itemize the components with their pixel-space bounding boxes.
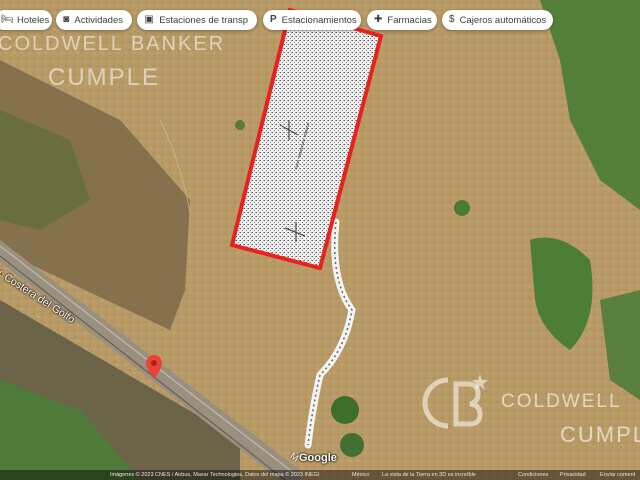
filter-label: Actividades: [74, 14, 123, 26]
pharmacy-icon: ✚: [374, 14, 383, 25]
coldwell-banker-logo: [422, 374, 488, 429]
parking-icon: P: [270, 14, 277, 25]
watermark-top-line1: COLDWELL BANKER: [0, 33, 226, 55]
watermark-bottom-line2: CUMPLE: [560, 422, 640, 447]
earth-3d-note[interactable]: La vista de la Tierra en 3D es increíble: [382, 470, 476, 480]
terms-link[interactable]: Condiciones: [518, 470, 548, 480]
filter-label: Estaciones de transp: [159, 14, 248, 26]
filter-pharmacy-chip[interactable]: ✚ Farmacias: [367, 10, 437, 30]
filter-parking-chip[interactable]: P Estacionamientos: [263, 10, 361, 30]
location-pin-icon[interactable]: [146, 355, 162, 379]
filter-label: Farmacias: [387, 14, 432, 26]
google-logo: Google: [299, 452, 337, 464]
region-label: México: [352, 472, 370, 478]
transit-icon: ▣: [144, 14, 154, 25]
filter-hotels-chip[interactable]: 🛏 Hoteles: [0, 10, 52, 30]
watermark-top-line2: CUMPLE: [48, 64, 161, 91]
watermark-bottom-line1: COLDWELL: [501, 391, 622, 412]
hotel-icon: 🛏: [1, 14, 14, 25]
filter-transit-chip[interactable]: ▣ Estaciones de transp: [137, 10, 257, 30]
feedback-link[interactable]: Enviar coment: [600, 470, 635, 480]
filter-label: Hoteles: [17, 14, 50, 26]
camera-icon: ◙: [63, 14, 70, 25]
filter-activities-chip[interactable]: ◙ Actividades: [56, 10, 132, 30]
atm-icon: $: [449, 14, 455, 25]
privacy-link[interactable]: Privacidad: [560, 470, 586, 480]
filter-label: Estacionamientos: [281, 14, 357, 26]
filter-atm-chip[interactable]: $ Cajeros automáticos: [442, 10, 553, 30]
filter-label: Cajeros automáticos: [459, 14, 547, 26]
imagery-credit: Imágenes © 2023 CNES / Airbus, Maxar Tec…: [110, 472, 320, 478]
attribution-bar: Imágenes © 2023 CNES / Airbus, Maxar Tec…: [0, 470, 640, 480]
